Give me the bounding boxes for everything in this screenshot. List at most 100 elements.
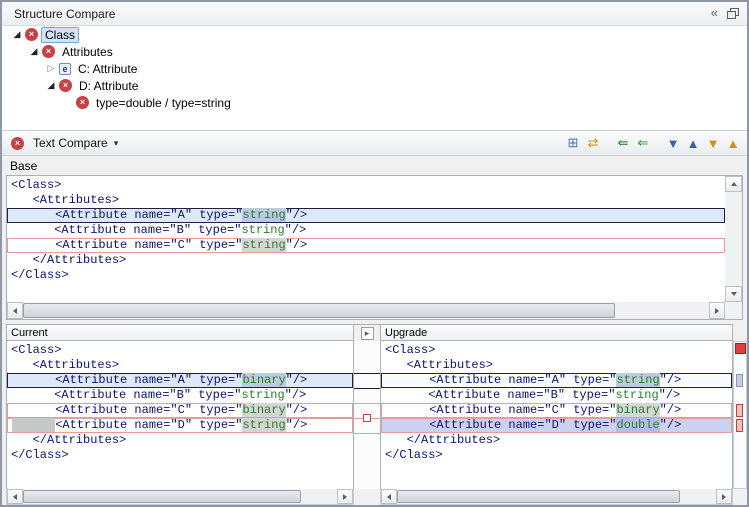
tree-expander-icon[interactable]: ◢ — [10, 29, 24, 40]
tree-item-label: Attributes — [58, 44, 117, 60]
code-line[interactable]: <Attribute name="D" type="string"/> — [7, 418, 353, 433]
scroll-left-button[interactable] — [7, 489, 23, 504]
collapse-panel-icon[interactable]: « — [711, 6, 718, 20]
upgrade-editor: Upgrade <Class> <Attributes> <Attribute … — [380, 324, 733, 505]
scroll-right-button[interactable] — [716, 489, 732, 504]
code-line[interactable]: </Attributes> — [7, 433, 353, 448]
copy-all-right-to-left-icon[interactable]: ⇚ — [613, 133, 633, 153]
code-line[interactable]: <Attribute name="C" type="binary"/> — [381, 403, 732, 418]
copy-current-right-to-left-icon[interactable]: ⇐ — [633, 133, 653, 153]
code-line[interactable]: <Attribute name="A" type="string"/> — [7, 208, 725, 223]
structure-compare-title: Structure Compare — [14, 7, 115, 21]
next-change-icon[interactable]: ▼ — [703, 133, 723, 153]
code-line[interactable]: <Attribute name="C" type="string"/> — [7, 238, 725, 253]
tree-expander-icon[interactable]: ▷ — [44, 63, 58, 74]
code-line[interactable]: <Class> — [7, 343, 353, 358]
code-line[interactable]: </Class> — [7, 448, 353, 463]
tree-item[interactable]: ×type=double / type=string — [2, 94, 747, 111]
code-line[interactable]: <Class> — [7, 178, 725, 193]
upgrade-code-area[interactable]: <Class> <Attributes> <Attribute name="A"… — [380, 341, 733, 489]
code-line[interactable]: <Attributes> — [381, 358, 732, 373]
scroll-right-button[interactable] — [337, 489, 353, 504]
tree-item[interactable]: ▷eC: Attribute — [2, 60, 747, 77]
diff-change-icon: × — [11, 137, 24, 150]
previous-difference-icon[interactable]: ▲ — [683, 133, 703, 153]
scroll-track[interactable] — [397, 489, 716, 504]
current-code-area[interactable]: <Class> <Attributes> <Attribute name="A"… — [6, 341, 354, 489]
swap-left-right-icon[interactable]: ⇄ — [583, 133, 603, 153]
overview-ruler-footer — [733, 489, 747, 505]
overview-ruler-header — [733, 324, 747, 341]
diff-change-icon: × — [76, 96, 89, 109]
scrollbar-corner — [725, 302, 742, 319]
scroll-thumb[interactable] — [23, 303, 615, 318]
base-editor: <Class> <Attributes> <Attribute name="A"… — [6, 175, 743, 320]
diff-change-icon: × — [59, 79, 72, 92]
diff-connectors — [354, 341, 380, 489]
overview-conflict-marker[interactable] — [736, 404, 743, 417]
next-difference-icon[interactable]: ▼ — [663, 133, 683, 153]
overview-conflict-summary-marker[interactable] — [735, 343, 746, 354]
merge-direction-icon: ▸ — [361, 327, 374, 340]
scroll-track[interactable] — [23, 302, 709, 319]
text-compare-header: × Text Compare ▾ ⊞⇄⇚⇐▼▲▼▲ — [2, 130, 747, 156]
scroll-thumb[interactable] — [397, 490, 680, 503]
overview-change-marker[interactable] — [736, 374, 743, 387]
tree-expander-icon[interactable]: ◢ — [27, 46, 41, 57]
base-code-area[interactable]: <Class> <Attributes> <Attribute name="A"… — [7, 176, 725, 302]
tree-item-label: Class — [41, 27, 79, 43]
connector-strip-footer — [354, 489, 380, 505]
text-compare-title: Text Compare — [33, 136, 108, 150]
tree-item-label: C: Attribute — [74, 61, 141, 77]
scroll-track[interactable] — [23, 489, 337, 504]
current-editor: Current <Class> <Attributes> <Attribute … — [6, 324, 354, 505]
code-line[interactable]: <Attribute name="A" type="string"/> — [381, 373, 732, 388]
scroll-track[interactable] — [725, 192, 742, 286]
code-line[interactable]: <Attributes> — [7, 193, 725, 208]
scroll-left-button[interactable] — [381, 489, 397, 504]
scroll-down-button[interactable] — [725, 286, 742, 302]
code-line[interactable]: <Attribute name="C" type="binary"/> — [7, 403, 353, 418]
code-line[interactable]: </Class> — [381, 448, 732, 463]
scroll-thumb[interactable] — [23, 490, 301, 503]
code-line[interactable]: <Attributes> — [7, 358, 353, 373]
conflict-resolve-handle[interactable] — [364, 415, 371, 422]
code-line[interactable]: <Class> — [381, 343, 732, 358]
overview-conflict-marker[interactable] — [736, 419, 743, 432]
base-horizontal-scrollbar[interactable] — [7, 302, 725, 319]
diff-change-icon: × — [25, 28, 38, 41]
code-line[interactable]: </Attributes> — [7, 253, 725, 268]
scroll-up-button[interactable] — [725, 176, 742, 192]
code-line[interactable]: </Class> — [7, 268, 725, 283]
compare-editor-window: Structure Compare « ◢×Class◢×Attributes▷… — [0, 0, 749, 507]
base-pane-label: Base — [10, 159, 37, 173]
current-horizontal-scrollbar[interactable] — [6, 489, 354, 505]
code-line[interactable]: <Attribute name="D" type="double"/> — [381, 418, 732, 433]
code-line[interactable]: <Attribute name="B" type="string"/> — [381, 388, 732, 403]
chevron-down-icon: ▾ — [114, 138, 119, 149]
code-line[interactable]: </Attributes> — [381, 433, 732, 448]
tree-item[interactable]: ◢×Class — [2, 26, 747, 43]
connector-strip-body — [354, 341, 380, 489]
restore-panel-icon[interactable] — [727, 8, 739, 19]
overview-ruler — [733, 324, 747, 505]
scroll-right-button[interactable] — [709, 302, 725, 319]
upgrade-horizontal-scrollbar[interactable] — [380, 489, 733, 505]
ancestor-pane-toggle-icon[interactable]: ⊞ — [563, 133, 583, 153]
tree-item-label: D: Attribute — [75, 78, 142, 94]
code-line[interactable]: <Attribute name="B" type="string"/> — [7, 388, 353, 403]
tree-item[interactable]: ◢×D: Attribute — [2, 77, 747, 94]
code-line[interactable]: <Attribute name="B" type="string"/> — [7, 223, 725, 238]
tree-item[interactable]: ◢×Attributes — [2, 43, 747, 60]
structure-compare-header: Structure Compare « — [2, 2, 747, 26]
scroll-left-button[interactable] — [7, 302, 23, 319]
tree-item-label: type=double / type=string — [92, 95, 235, 111]
code-line[interactable]: <Attribute name="A" type="binary"/> — [7, 373, 353, 388]
previous-change-icon[interactable]: ▲ — [723, 133, 743, 153]
overview-ruler-body — [733, 341, 747, 489]
text-compare-toolbar: ⊞⇄⇚⇐▼▲▼▲ — [563, 133, 743, 153]
tree-expander-icon[interactable]: ◢ — [44, 80, 58, 91]
upgrade-pane-header: Upgrade — [380, 324, 733, 341]
base-vertical-scrollbar[interactable] — [725, 176, 742, 302]
text-compare-selector[interactable]: × Text Compare ▾ — [10, 136, 118, 150]
